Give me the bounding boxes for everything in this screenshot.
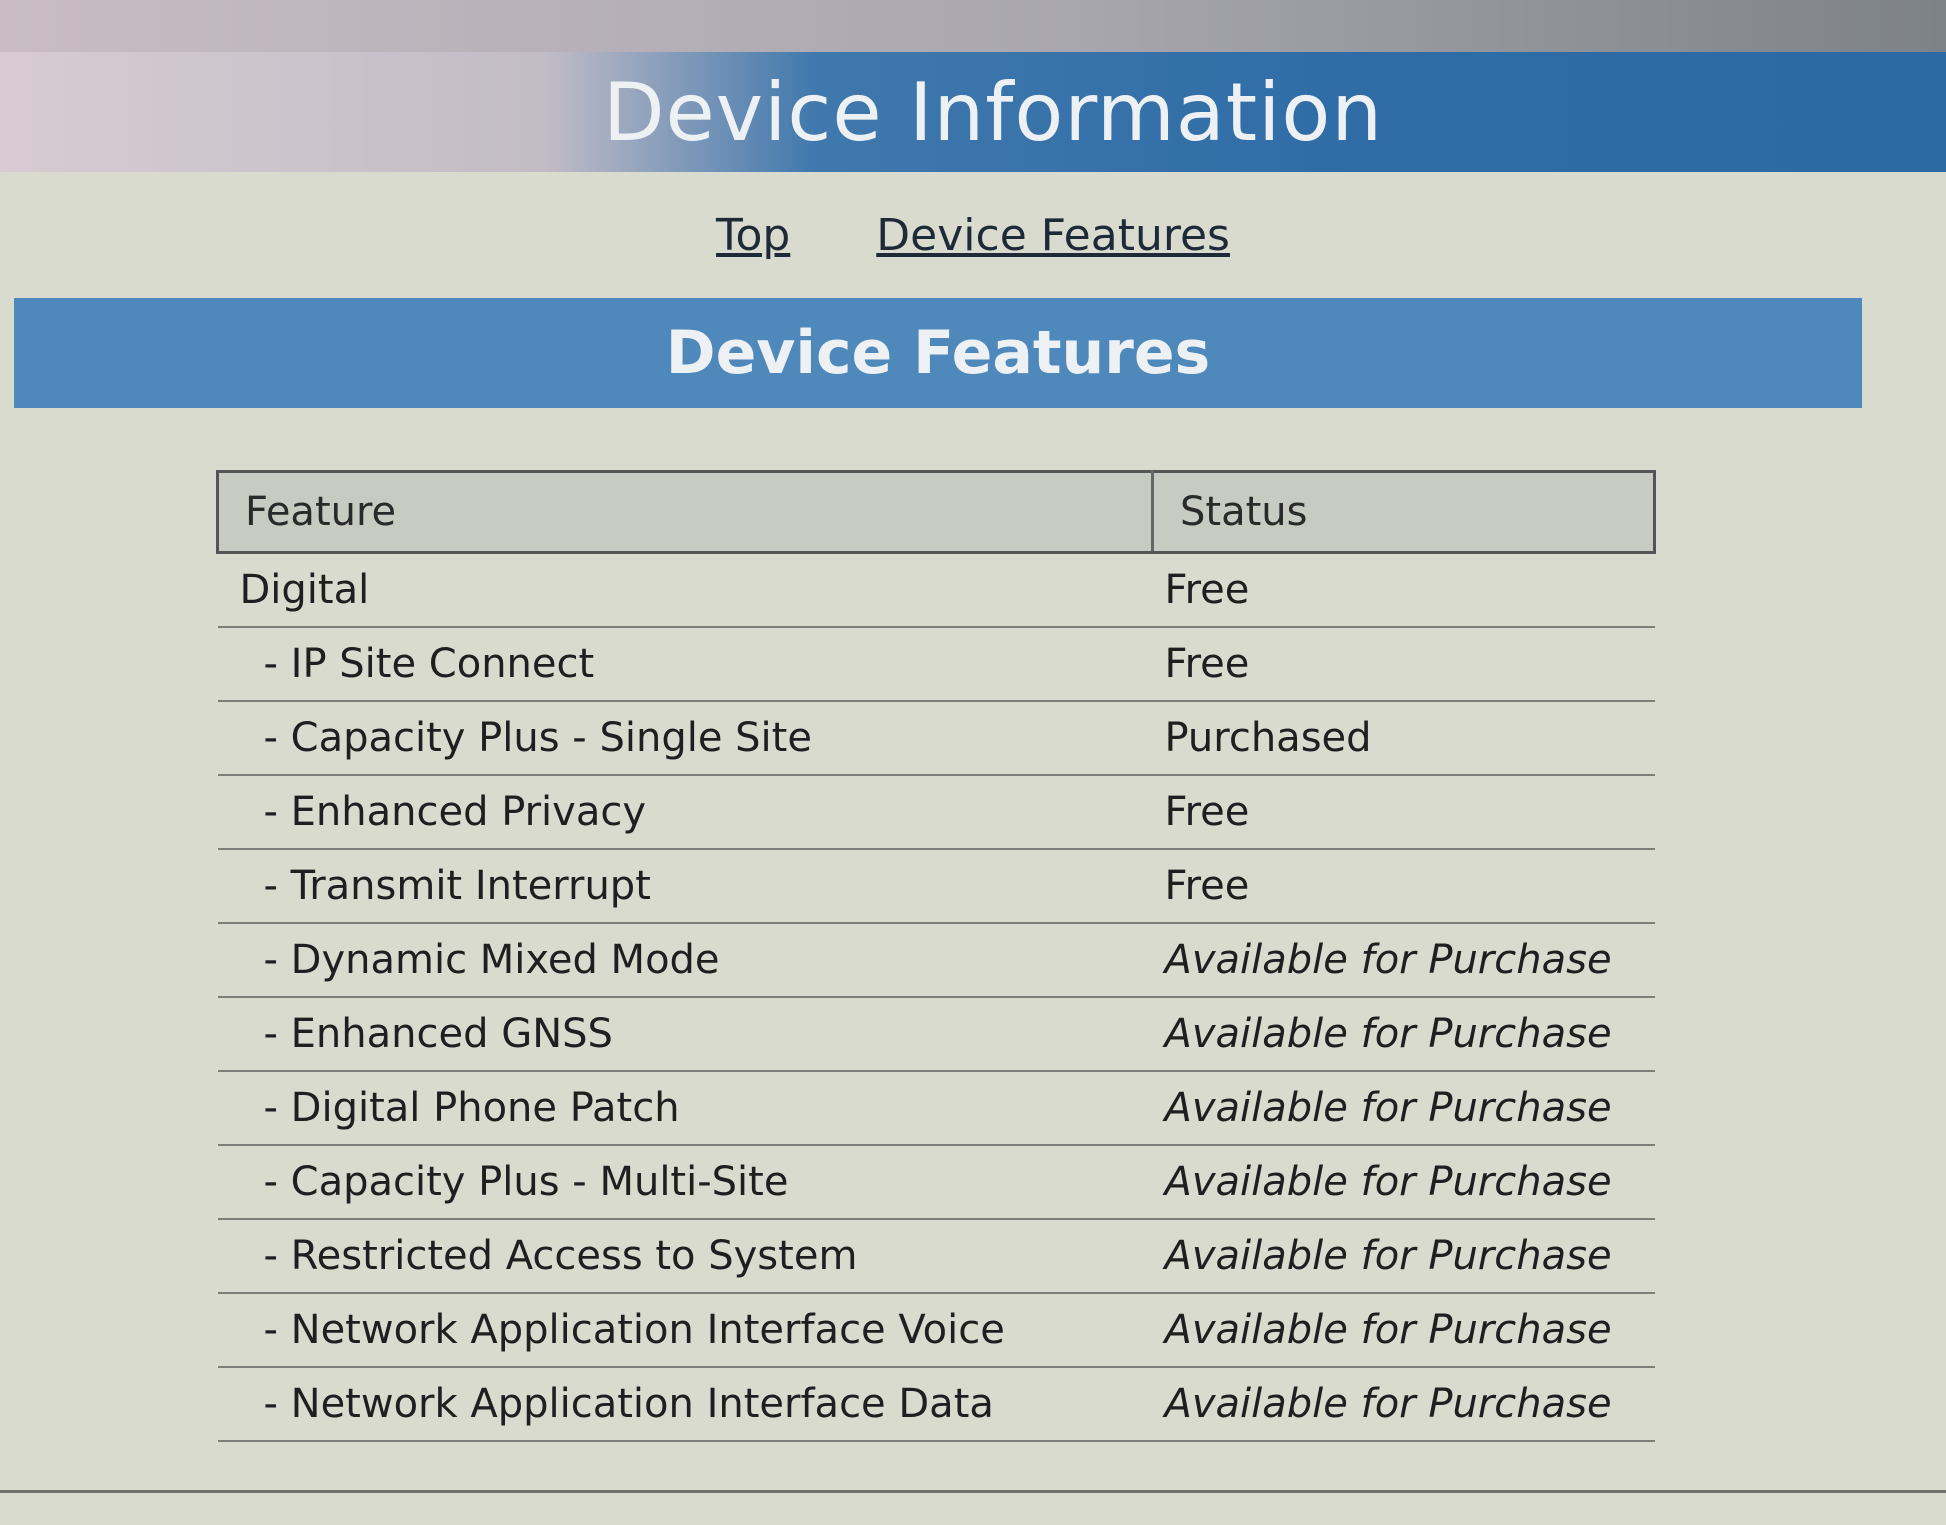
feature-status: Available for Purchase: [1152, 1367, 1655, 1442]
table-row: - Enhanced Privacy Free: [217, 775, 1655, 850]
table-row: - Dynamic Mixed Mode Available for Purcha…: [217, 923, 1655, 998]
page-title: Device Information: [602, 65, 1384, 159]
feature-status: Available for Purchase: [1152, 997, 1655, 1072]
section-title: Device Features: [665, 318, 1211, 388]
nav-link-top[interactable]: Top: [716, 210, 790, 261]
feature-status: Free: [1152, 775, 1655, 850]
feature-status: Free: [1152, 627, 1655, 702]
feature-name: - Restricted Access to System: [217, 1219, 1153, 1294]
table-row: - IP Site Connect Free: [217, 627, 1655, 702]
feature-status: Available for Purchase: [1152, 1145, 1655, 1220]
feature-name: Digital: [217, 552, 1153, 628]
title-banner: Device Information: [0, 52, 1946, 172]
feature-status: Purchased: [1152, 701, 1655, 776]
table-row: Digital Free: [217, 552, 1655, 628]
feature-name: - Network Application Interface Voice: [217, 1293, 1153, 1368]
nav-link-device-features[interactable]: Device Features: [876, 210, 1230, 261]
divider: [0, 1490, 1946, 1493]
feature-name: - Digital Phone Patch: [217, 1071, 1153, 1146]
feature-name: - Dynamic Mixed Mode: [217, 923, 1153, 998]
feature-name: - Network Application Interface Data: [217, 1367, 1153, 1442]
section-banner: Device Features: [14, 298, 1862, 408]
feature-name: - Transmit Interrupt: [217, 849, 1153, 924]
column-header-feature: Feature: [216, 470, 1154, 554]
feature-name: - IP Site Connect: [217, 627, 1153, 702]
feature-status: Available for Purchase: [1152, 923, 1655, 998]
feature-status: Available for Purchase: [1152, 1293, 1655, 1368]
top-strip: [0, 0, 1946, 52]
feature-status: Free: [1152, 849, 1655, 924]
feature-name: - Capacity Plus - Single Site: [217, 701, 1153, 776]
feature-status: Available for Purchase: [1152, 1219, 1655, 1294]
table-row: - Digital Phone Patch Available for Purch…: [217, 1071, 1655, 1146]
table-row: - Restricted Access to System Available f…: [217, 1219, 1655, 1294]
features-table: Feature Status Digital Free - IP Site Conn…: [216, 470, 1656, 1442]
feature-name: - Enhanced GNSS: [217, 997, 1153, 1072]
table-row: - Enhanced GNSS Available for Purchase: [217, 997, 1655, 1072]
table-row: - Capacity Plus - Single Site Purchased: [217, 701, 1655, 776]
table-header-row: Feature Status: [216, 470, 1656, 554]
feature-name: - Capacity Plus - Multi-Site: [217, 1145, 1153, 1220]
table-row: - Transmit Interrupt Free: [217, 849, 1655, 924]
feature-status: Available for Purchase: [1152, 1071, 1655, 1146]
table-row: - Network Application Interface Voice Ava…: [217, 1293, 1655, 1368]
nav-links: Top Device Features: [0, 210, 1946, 261]
table-row: - Network Application Interface Data Avai…: [217, 1367, 1655, 1442]
feature-name: - Enhanced Privacy: [217, 775, 1153, 850]
feature-status: Free: [1152, 552, 1655, 628]
column-header-status: Status: [1152, 470, 1656, 554]
table-body: Digital Free - IP Site Connect Free - Capaci…: [217, 552, 1655, 1442]
table-row: - Capacity Plus - Multi-Site Available fo…: [217, 1145, 1655, 1220]
